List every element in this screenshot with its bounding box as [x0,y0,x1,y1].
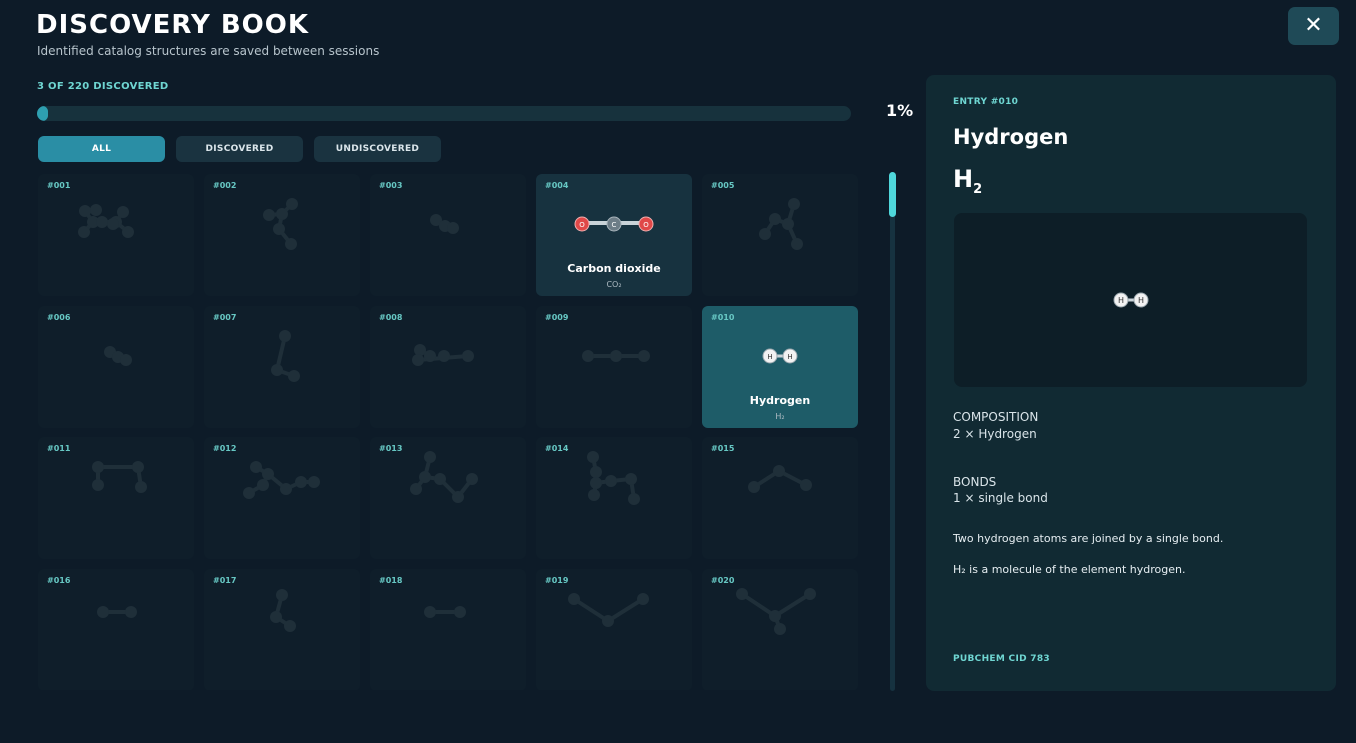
svg-text:H: H [767,353,772,361]
close-button[interactable]: ✕ [1288,7,1339,45]
filter-discovered-tab[interactable]: DISCOVERED [176,136,303,162]
detail-formula: H2 [953,165,982,197]
entry-card-018[interactable]: #018 [370,568,526,690]
entry-card-009[interactable]: #009 [536,305,692,428]
entry-name: Hydrogen [749,393,811,407]
detail-formula-sub: 2 [973,181,983,197]
entry-card-007[interactable]: #007 [204,305,360,428]
entry-name: Carbon dioxide [567,262,661,275]
filter-undiscovered-tab[interactable]: UNDISCOVERED [314,136,441,162]
entry-card-011[interactable]: #011 [38,437,194,559]
bonds-value: 1 × single bond [953,491,1048,505]
molecule-viewer[interactable]: H H [954,213,1307,387]
grid-scrollbar-track [890,172,895,691]
filter-all-tab[interactable]: ALL [38,136,165,162]
detail-formula-main: H [953,165,974,193]
svg-text:H: H [1118,296,1124,305]
discovery-count: 3 OF 220 DISCOVERED [37,81,169,92]
entry-card-010[interactable]: #010 H H Hydrogen H₂ [702,305,858,428]
entry-card-004[interactable]: #004 O C O Carbon dioxide CO₂ [536,174,692,296]
detail-panel: ENTRY #010 Hydrogen H2 H H COMPOSITION 2… [926,75,1336,691]
entry-card-012[interactable]: #012 [204,437,360,559]
svg-text:O: O [643,221,649,229]
entry-card-014[interactable]: #014 [536,437,692,559]
svg-text:O: O [579,221,585,229]
entry-card-008[interactable]: #008 [370,305,526,428]
progress-percent: 1% [886,101,914,120]
progress-fill [37,106,49,121]
pubchem-cid: PUBCHEM CID 783 [953,654,1050,664]
molecule-viewer-graphic: H H [1113,292,1149,308]
svg-text:C: C [612,221,617,229]
grid-scrollbar-thumb[interactable] [889,172,896,217]
svg-text:H: H [787,353,792,361]
entry-card-020[interactable]: #020 [702,568,858,690]
entry-card-013[interactable]: #013 [370,437,526,559]
progress-bar [37,106,851,121]
svg-text:H: H [1138,296,1144,305]
detail-name: Hydrogen [953,125,1069,149]
entry-card-006[interactable]: #006 [38,305,194,428]
page-subtitle: Identified catalog structures are saved … [37,44,380,58]
entry-card-016[interactable]: #016 [38,568,194,690]
composition-value: 2 × Hydrogen [953,427,1037,441]
entry-card-017[interactable]: #017 [204,568,360,690]
entry-grid: #001 #002 #003 #004 O C O Carbon dioxide CO₂ #… [38,173,861,690]
description-line-1: Two hydrogen atoms are joined by a singl… [953,532,1224,545]
composition-heading: COMPOSITION [953,410,1039,424]
close-icon: ✕ [1304,13,1323,38]
entry-card-003[interactable]: #003 [370,174,526,296]
entry-card-019[interactable]: #019 [536,568,692,690]
entry-card-015[interactable]: #015 [702,437,858,559]
entry-formula: H₂ [775,411,785,421]
entry-formula: CO₂ [606,280,622,289]
entry-card-001[interactable]: #001 [38,174,194,296]
entry-card-005[interactable]: #005 [702,174,858,296]
entry-card-002[interactable]: #002 [204,174,360,296]
detail-entry-label: ENTRY #010 [953,97,1019,107]
bonds-heading: BONDS [953,475,997,489]
page-title: DISCOVERY BOOK [36,10,309,40]
description-line-2: H₂ is a molecule of the element hydrogen… [953,563,1186,576]
